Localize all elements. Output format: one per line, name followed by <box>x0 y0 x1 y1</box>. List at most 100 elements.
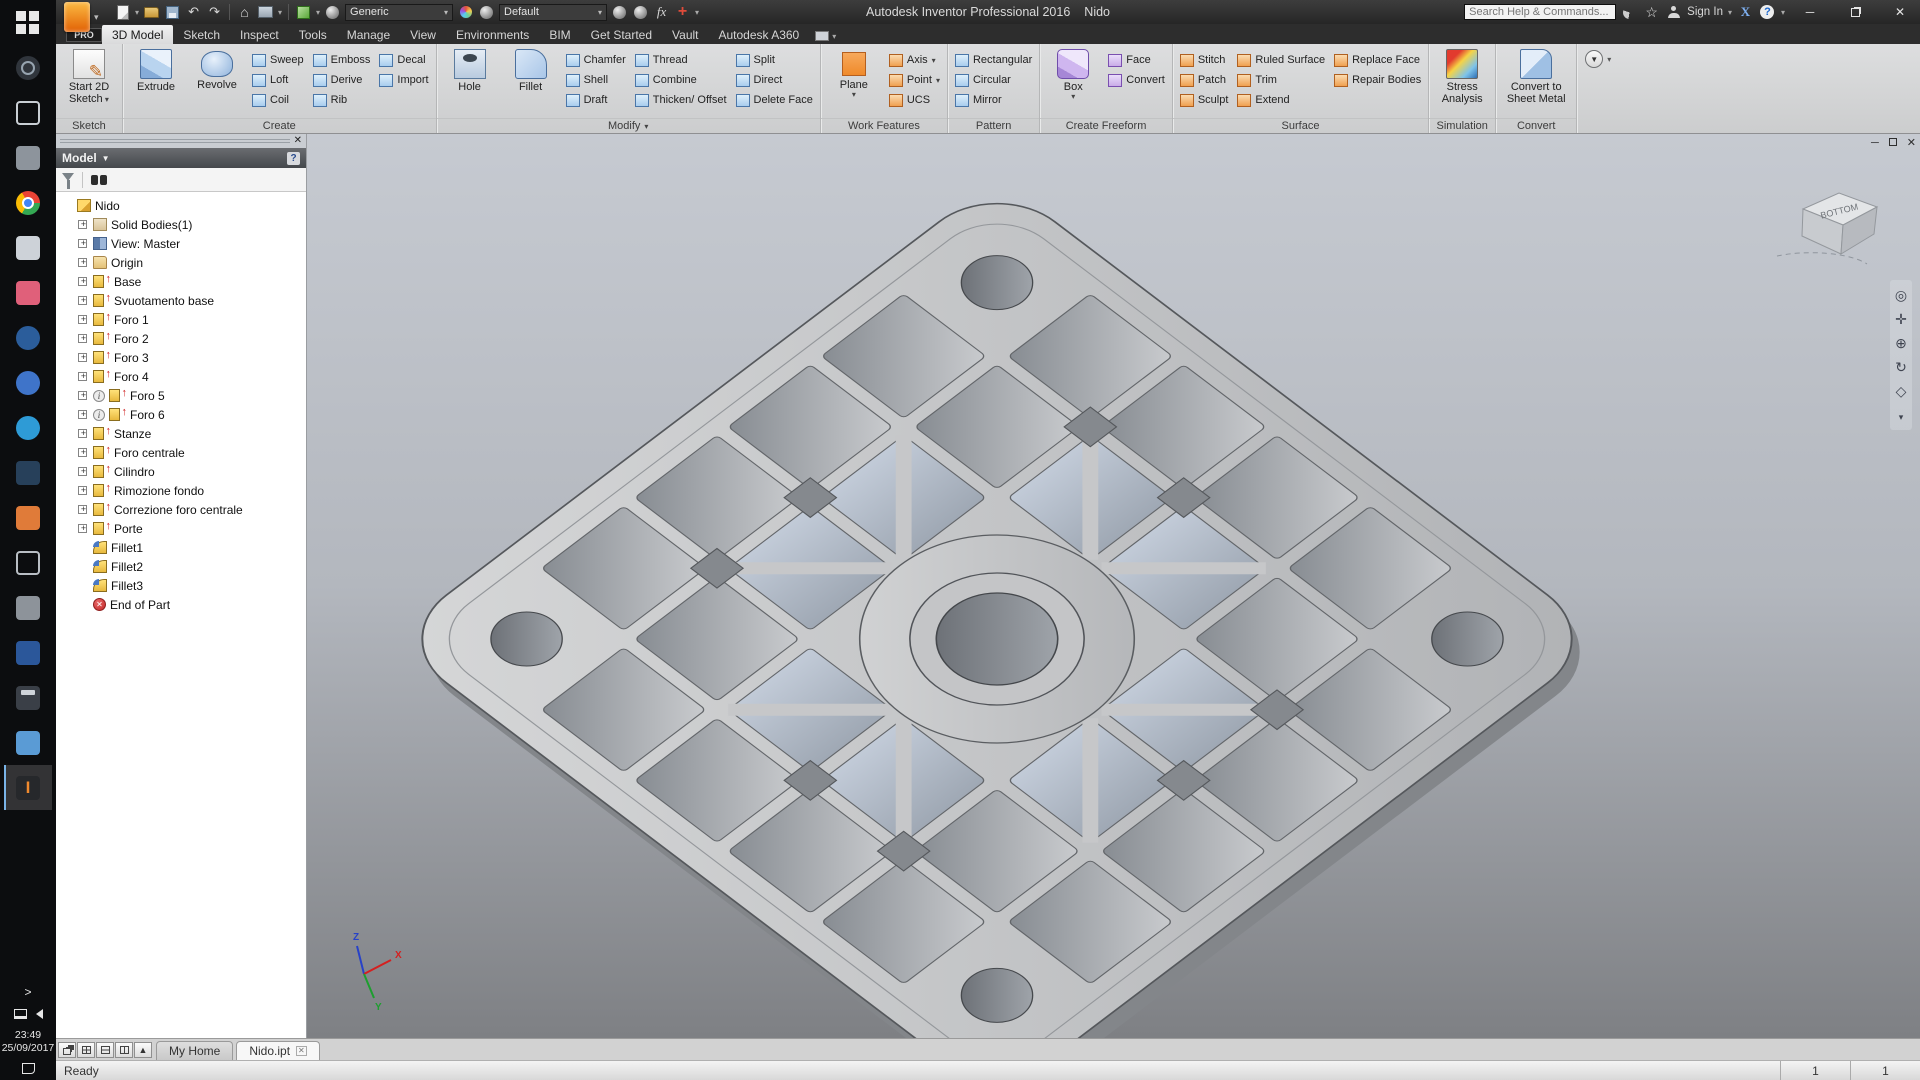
stitch-button[interactable]: Stitch <box>1177 50 1232 70</box>
expand-toggle-icon[interactable] <box>78 296 87 305</box>
more-tools-icon[interactable] <box>1899 403 1904 427</box>
network-icon[interactable] <box>14 1009 27 1019</box>
expand-toggle-icon[interactable] <box>78 277 87 286</box>
tab-3d-model[interactable]: 3D Model <box>102 25 173 44</box>
new-file-icon[interactable] <box>114 4 131 21</box>
repair-bodies-button[interactable]: Repair Bodies <box>1331 70 1424 90</box>
tree-item-nido[interactable]: i Nido <box>60 196 306 215</box>
save-icon[interactable] <box>164 4 181 21</box>
tree-item-base[interactable]: i Base <box>60 272 306 291</box>
zoom-icon[interactable] <box>1895 331 1907 355</box>
3d-viewport[interactable]: ─ ✕ <box>306 134 1920 1038</box>
sign-in-person-icon[interactable] <box>1665 4 1682 21</box>
taskbar-app-window-icon[interactable] <box>4 540 52 585</box>
panel-label-sketch[interactable]: Sketch <box>56 118 122 133</box>
tray-overflow-chevron-icon[interactable]: > <box>4 981 52 1003</box>
minimize-button[interactable]: ─ <box>1790 1 1830 23</box>
restore-button[interactable] <box>1835 1 1875 23</box>
taskbar-app-gray-icon[interactable] <box>4 585 52 630</box>
hole-button[interactable]: Hole <box>441 47 499 94</box>
tab-manage[interactable]: Manage <box>337 25 400 44</box>
tree-item-end-of-part[interactable]: i End of Part <box>60 595 306 614</box>
expand-toggle-icon[interactable] <box>78 315 87 324</box>
tile-vertical-button[interactable] <box>115 1042 133 1058</box>
taskbar-search-circle-icon[interactable] <box>4 45 52 90</box>
full-navigation-wheel-icon[interactable] <box>1895 283 1907 307</box>
fillet-button[interactable]: Fillet <box>502 47 560 94</box>
expand-toggle-icon[interactable] <box>78 448 87 457</box>
pan-icon[interactable] <box>1895 307 1907 331</box>
tree-item-foro-3[interactable]: i Foro 3 <box>60 348 306 367</box>
expand-toggle-icon[interactable] <box>78 258 87 267</box>
tab-environments[interactable]: Environments <box>446 25 539 44</box>
convert-button[interactable]: Convert <box>1105 70 1168 90</box>
undo-icon[interactable]: ↶ <box>185 4 202 21</box>
parameters-fx-icon[interactable]: fx <box>653 4 670 21</box>
replace-face-button[interactable]: Replace Face <box>1331 50 1424 70</box>
filter-icon[interactable] <box>62 173 74 187</box>
render-dropdown-icon[interactable]: ▾ <box>278 8 282 17</box>
panel-label-modify[interactable]: Modify <box>437 118 820 133</box>
expand-toggle-icon[interactable] <box>78 353 87 362</box>
tab-inspect[interactable]: Inspect <box>230 25 289 44</box>
trim-button[interactable]: Trim <box>1234 70 1328 90</box>
ribbon-appearance-toggle[interactable]: ▾ <box>815 31 836 41</box>
tile-horizontal-button[interactable] <box>96 1042 114 1058</box>
tree-item-origin[interactable]: i Origin <box>60 253 306 272</box>
favorites-icon[interactable] <box>1643 4 1660 21</box>
search-input[interactable] <box>1464 4 1616 20</box>
sign-in-label[interactable]: Sign In <box>1687 6 1723 18</box>
tab-autodesk-a360[interactable]: Autodesk A360 <box>709 25 810 44</box>
tab-bim[interactable]: BIM <box>539 25 580 44</box>
freeform-box-button[interactable]: Box <box>1044 47 1102 101</box>
help-icon[interactable]: ? <box>1759 4 1776 21</box>
doc-tab-my-home[interactable]: My Home <box>156 1041 233 1060</box>
tree-item-foro-centrale[interactable]: i Foro centrale <box>60 443 306 462</box>
render-icon[interactable] <box>257 4 274 21</box>
panel-label-create-freeform[interactable]: Create Freeform <box>1040 118 1172 133</box>
taskbar-calculator-icon[interactable] <box>4 675 52 720</box>
expand-toggle-icon[interactable] <box>78 467 87 476</box>
taskbar-photos-icon[interactable] <box>4 225 52 270</box>
taskbar-app-blue-icon[interactable] <box>4 360 52 405</box>
taskbar-word-blue-icon[interactable] <box>4 630 52 675</box>
expand-toggle-icon[interactable] <box>78 410 87 419</box>
panel-label-create[interactable]: Create <box>123 118 436 133</box>
appearance-ball-icon[interactable] <box>478 4 495 21</box>
expand-toggle-icon[interactable] <box>78 524 87 533</box>
taskbar-cad-orange-icon[interactable] <box>4 495 52 540</box>
close-button[interactable]: ✕ <box>1880 1 1920 23</box>
decal-button[interactable]: Decal <box>376 50 431 70</box>
split-button[interactable]: Split <box>733 50 816 70</box>
expand-toggle-icon[interactable] <box>78 429 87 438</box>
convert-to-sheet-metal-button[interactable]: Convert to Sheet Metal <box>1500 47 1572 106</box>
tree-item-foro-2[interactable]: i Foro 2 <box>60 329 306 348</box>
ribbon-collapse-button[interactable]: ▼ ▾ <box>1577 44 1619 133</box>
doc-minimize-icon[interactable]: ─ <box>1871 137 1879 149</box>
taskbar-start-icon[interactable] <box>4 0 52 45</box>
taskbar-chrome-icon[interactable] <box>4 180 52 225</box>
find-icon[interactable] <box>91 175 107 185</box>
communication-center-icon[interactable] <box>1621 4 1638 21</box>
coil-button[interactable]: Coil <box>249 90 307 110</box>
face-button[interactable]: Face <box>1105 50 1168 70</box>
viewport-canvas[interactable]: BOTTOM Z X Y <box>307 134 1920 1038</box>
direct-button[interactable]: Direct <box>733 70 816 90</box>
exchange-apps-icon[interactable]: X <box>1737 4 1754 21</box>
doc-tab-nido-ipt[interactable]: Nido.ipt <box>236 1041 319 1060</box>
import-button[interactable]: Import <box>376 70 431 90</box>
expand-tabs-button[interactable]: ▲ <box>134 1042 152 1058</box>
application-menu-button[interactable]: ▾ <box>64 2 108 40</box>
appearance-combo[interactable]: Default <box>499 4 607 21</box>
action-center-icon[interactable] <box>22 1063 35 1074</box>
tree-item-view-master[interactable]: i View: Master <box>60 234 306 253</box>
taskbar-inventor-icon[interactable] <box>4 765 52 810</box>
patch-button[interactable]: Patch <box>1177 70 1232 90</box>
expand-toggle-icon[interactable] <box>78 372 87 381</box>
browser-help-icon[interactable]: ? <box>287 152 300 165</box>
thread-button[interactable]: Thread <box>632 50 730 70</box>
expand-toggle-icon[interactable] <box>78 505 87 514</box>
tree-item-fillet1[interactable]: i Fillet1 <box>60 538 306 557</box>
taskbar-store-icon[interactable] <box>4 135 52 180</box>
tree-item-porte[interactable]: i Porte <box>60 519 306 538</box>
